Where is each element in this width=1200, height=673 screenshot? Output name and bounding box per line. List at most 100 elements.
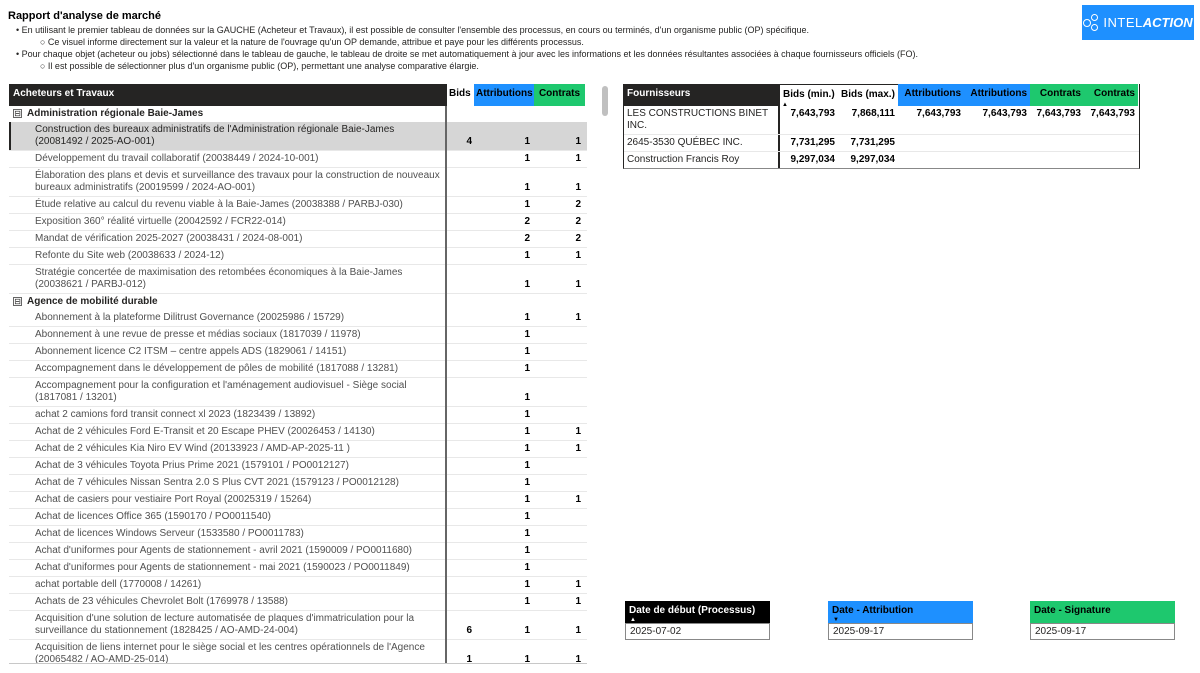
date-attribution-header[interactable]: Date - Attribution ▼ — [828, 601, 973, 623]
work-row[interactable]: Développement du travail collaboratif (2… — [9, 151, 587, 168]
cell-bids — [445, 560, 474, 576]
work-row[interactable]: Refonte du Site web (20038633 / 2024-12)… — [9, 248, 587, 265]
work-row[interactable]: Élaboration des plans et devis et survei… — [9, 168, 587, 197]
work-row[interactable]: Mandat de vérification 2025-2027 (200384… — [9, 231, 587, 248]
cell-name: Achat d'uniformes pour Agents de station… — [9, 543, 445, 559]
cell-name: ⊟ Agence de mobilité durable — [9, 294, 445, 310]
header-bids-max[interactable]: Bids (max.) — [838, 84, 898, 106]
cell-attributions: 1 — [524, 460, 530, 471]
header-acheteurs-travaux[interactable]: Acheteurs et Travaux — [9, 84, 445, 106]
date-start-header[interactable]: Date de début (Processus) ▲ — [625, 601, 770, 623]
header-bids-min[interactable]: Bids (min.) ▲ — [778, 84, 838, 108]
cell-name: Achat de licences Office 365 (1590170 / … — [9, 509, 445, 525]
cell-contrats — [534, 509, 585, 525]
work-row[interactable]: Achat d'uniformes pour Agents de station… — [9, 543, 587, 560]
cell-bids — [445, 151, 474, 167]
work-row[interactable]: Étude relative au calcul du revenu viabl… — [9, 197, 587, 214]
work-name: Accompagnement dans le développement de … — [35, 363, 399, 374]
date-start-card[interactable]: Date de début (Processus) ▲ 2025-07-02 — [625, 601, 770, 640]
supplier-row[interactable]: Construction Francis Roy 9,297,034 9,297,0… — [624, 152, 1139, 168]
cell-attributions: 1 — [524, 545, 530, 556]
work-row[interactable]: Achat de 7 véhicules Nissan Sentra 2.0 S… — [9, 475, 587, 492]
work-name: achat portable dell (1770008 / 14261) — [35, 579, 202, 590]
work-row[interactable]: Abonnement à la plateforme Dilitrust Gov… — [9, 310, 587, 327]
work-name: Achat de 7 véhicules Nissan Sentra 2.0 S… — [35, 477, 399, 488]
work-row[interactable]: Achat de licences Office 365 (1590170 / … — [9, 509, 587, 526]
work-row[interactable]: Construction des bureaux administratifs … — [9, 122, 587, 151]
work-name: Achat de licences Windows Serveur (15335… — [35, 528, 304, 539]
cell-contrats: 1 — [575, 596, 581, 607]
work-name: Accompagnement pour la configuration et … — [35, 380, 407, 403]
work-row[interactable]: Achat de 2 véhicules Kia Niro EV Wind (2… — [9, 441, 587, 458]
buyer-group-row[interactable]: ⊟ Administration régionale Baie-James — [9, 106, 587, 122]
cell-bids-max: 7,868,111 — [851, 108, 895, 119]
work-row[interactable]: Acquisition d'une solution de lecture au… — [9, 611, 587, 640]
work-row[interactable]: achat 2 camions ford transit connect xl … — [9, 407, 587, 424]
work-name: Abonnement licence C2 ITSM – centre appe… — [35, 346, 347, 357]
work-row[interactable]: Achat de 3 véhicules Toyota Prius Prime … — [9, 458, 587, 475]
cell-bids — [445, 424, 474, 440]
cell-bids — [445, 327, 474, 343]
cell-bids-max: 7,731,295 — [850, 137, 896, 148]
collapse-icon[interactable]: ⊟ — [13, 109, 22, 118]
work-row[interactable]: Achats de 23 véhicules Chevrolet Bolt (1… — [9, 594, 587, 611]
cell-bids — [445, 106, 474, 122]
suppliers-table[interactable]: Fournisseurs Bids (min.) ▲ Bids (max.) At… — [623, 84, 1140, 169]
work-row[interactable]: Stratégie concertée de maximisation des … — [9, 265, 587, 294]
work-row[interactable]: Exposition 360° réalité virtuelle (20042… — [9, 214, 587, 231]
buyers-works-table[interactable]: Acheteurs et Travaux Bids Attributions C… — [9, 84, 587, 664]
work-row[interactable]: Abonnement licence C2 ITSM – centre appe… — [9, 344, 587, 361]
cell-bids — [445, 407, 474, 423]
cell-attributions: 1 — [524, 136, 530, 147]
cell-contrats: 1 — [575, 182, 581, 193]
cell-attributions: 1 — [524, 199, 530, 210]
work-row[interactable]: Achat de licences Windows Serveur (15335… — [9, 526, 587, 543]
collapse-icon[interactable]: ⊟ — [13, 297, 22, 306]
header-contrats-1[interactable]: Contrats — [1030, 84, 1084, 106]
supplier-row[interactable]: 2645-3530 QUÉBEC INC. 7,731,295 7,731,295 — [624, 135, 1139, 152]
buyer-group-row[interactable]: ⊟ Agence de mobilité durable — [9, 294, 587, 310]
work-row[interactable]: achat portable dell (1770008 / 14261) 1 1 — [9, 577, 587, 594]
supplier-row[interactable]: LES CONSTRUCTIONS BINET INC. 7,643,793 7,8… — [624, 106, 1139, 135]
vertical-scrollbar[interactable] — [602, 86, 608, 116]
work-row[interactable]: Acquisition de liens internet pour le si… — [9, 640, 587, 663]
supplier-name: Construction Francis Roy — [627, 154, 740, 165]
header-attributions[interactable]: Attributions — [474, 84, 534, 106]
cell-contrats: 1 — [575, 312, 581, 323]
cell-bids — [445, 509, 474, 525]
work-name: Élaboration des plans et devis et survei… — [35, 170, 440, 193]
cell-attributions-2: 7,643,793 — [982, 108, 1028, 119]
date-attribution-card[interactable]: Date - Attribution ▼ 2025-09-17 — [828, 601, 973, 640]
work-row[interactable]: Abonnement à une revue de presse et médi… — [9, 327, 587, 344]
cell-attributions: 1 — [524, 279, 530, 290]
cell-attributions-1 — [898, 135, 964, 151]
work-name: Achat de licences Office 365 (1590170 / … — [35, 511, 271, 522]
work-row[interactable]: Achat de casiers pour vestiaire Port Roy… — [9, 492, 587, 509]
header-attributions-2[interactable]: Attributions — [964, 84, 1030, 106]
header-attributions-1[interactable]: Attributions — [898, 84, 964, 106]
cell-attributions: 1 — [524, 443, 530, 454]
date-attribution-value: 2025-09-17 — [828, 623, 973, 640]
cell-bids — [445, 492, 474, 508]
header-fournisseurs[interactable]: Fournisseurs — [624, 84, 778, 106]
cell-contrats: 2 — [575, 199, 581, 210]
cell-contrats-1 — [1030, 152, 1084, 168]
work-row[interactable]: Accompagnement pour la configuration et … — [9, 378, 587, 407]
work-row[interactable]: Achat d'uniformes pour Agents de station… — [9, 560, 587, 577]
cell-contrats: 2 — [575, 233, 581, 244]
work-row[interactable]: Achat de 2 véhicules Ford E-Transit et 2… — [9, 424, 587, 441]
cell-bids — [445, 168, 474, 196]
header-contrats[interactable]: Contrats — [534, 84, 585, 106]
work-name: Achat de casiers pour vestiaire Port Roy… — [35, 494, 312, 505]
cell-contrats: 2 — [575, 216, 581, 227]
work-name: Achat de 2 véhicules Ford E-Transit et 2… — [35, 426, 375, 437]
date-signature-card[interactable]: Date - Signature 2025-09-17 — [1030, 601, 1175, 640]
cell-name: Accompagnement pour la configuration et … — [9, 378, 445, 406]
date-signature-header[interactable]: Date - Signature — [1030, 601, 1175, 623]
cell-contrats — [534, 294, 585, 310]
header-bids[interactable]: Bids — [445, 84, 474, 106]
cell-name: Étude relative au calcul du revenu viabl… — [9, 197, 445, 213]
cell-bids — [445, 378, 474, 406]
header-contrats-2[interactable]: Contrats — [1084, 84, 1138, 106]
work-row[interactable]: Accompagnement dans le développement de … — [9, 361, 587, 378]
